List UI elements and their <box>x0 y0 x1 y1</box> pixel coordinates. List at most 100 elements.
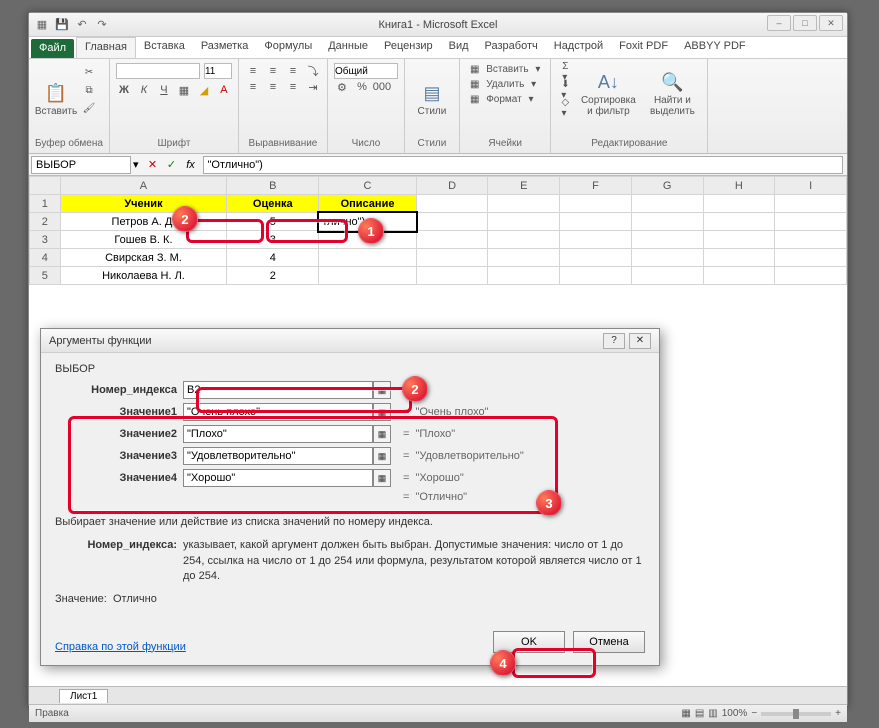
clear-icon[interactable]: ◇ ▾ <box>557 100 573 116</box>
minimize-button[interactable]: – <box>767 15 791 31</box>
cell[interactable] <box>560 267 632 285</box>
cell[interactable] <box>631 267 703 285</box>
tab-home[interactable]: Главная <box>76 37 136 58</box>
col-header[interactable]: A <box>60 177 226 195</box>
tab-data[interactable]: Данные <box>320 37 376 58</box>
tab-formulas[interactable]: Формулы <box>256 37 320 58</box>
cell[interactable] <box>560 249 632 267</box>
range-select-icon[interactable]: ▦ <box>373 469 391 487</box>
cell[interactable] <box>703 267 775 285</box>
fill-color-icon[interactable]: ◢ <box>196 82 212 98</box>
col-header[interactable]: C <box>319 177 416 195</box>
range-select-icon[interactable]: ▦ <box>373 425 391 443</box>
cell[interactable] <box>416 195 488 213</box>
cell[interactable] <box>703 231 775 249</box>
row-header[interactable]: 1 <box>30 195 61 213</box>
cells-delete[interactable]: ▦ Удалить ▾ <box>466 78 544 91</box>
find-select-button[interactable]: 🔍Найти и выделить <box>643 63 701 117</box>
autosum-icon[interactable]: Σ ▾ <box>557 64 573 80</box>
col-header[interactable]: B <box>227 177 319 195</box>
cell[interactable] <box>488 213 560 231</box>
cell[interactable]: Петров А. Д. <box>60 213 226 231</box>
font-color-icon[interactable]: A <box>216 82 232 98</box>
format-painter-icon[interactable]: 🖌 <box>81 100 97 116</box>
italic-icon[interactable]: К <box>136 82 152 98</box>
dialog-close-icon[interactable]: ✕ <box>629 333 651 349</box>
arg-input-value2[interactable] <box>183 425 373 443</box>
currency-icon[interactable]: ⚙ <box>334 79 350 95</box>
zoom-in-icon[interactable]: + <box>835 708 841 719</box>
cell[interactable]: Свирская З. М. <box>60 249 226 267</box>
cell[interactable] <box>488 267 560 285</box>
formula-bar[interactable]: "Отлично") <box>203 156 843 174</box>
name-box[interactable]: ВЫБОР <box>31 156 131 174</box>
align-right-icon[interactable]: ≡ <box>285 79 301 95</box>
cell[interactable] <box>416 231 488 249</box>
zoom-out-icon[interactable]: − <box>751 708 757 719</box>
view-page-icon[interactable]: ▤ <box>695 708 704 719</box>
arg-input-value4[interactable] <box>183 469 373 487</box>
cells-format[interactable]: ▦ Формат ▾ <box>466 93 544 106</box>
arg-input-index[interactable] <box>183 381 373 399</box>
align-center-icon[interactable]: ≡ <box>265 79 281 95</box>
cell[interactable] <box>488 231 560 249</box>
tab-layout[interactable]: Разметка <box>193 37 257 58</box>
cell[interactable]: Николаева Н. Л. <box>60 267 226 285</box>
zoom-percent[interactable]: 100% <box>722 708 748 719</box>
indent-icon[interactable]: ⇥ <box>305 79 321 95</box>
cell[interactable] <box>631 231 703 249</box>
tab-view[interactable]: Вид <box>441 37 477 58</box>
cell[interactable] <box>319 249 416 267</box>
number-format-combo[interactable] <box>334 63 398 79</box>
view-break-icon[interactable]: ▥ <box>708 708 717 719</box>
range-select-icon[interactable]: ▦ <box>373 403 391 421</box>
cell[interactable] <box>488 195 560 213</box>
tab-foxit[interactable]: Foxit PDF <box>611 37 676 58</box>
row-header[interactable]: 5 <box>30 267 61 285</box>
fx-icon[interactable]: fx <box>183 157 199 173</box>
underline-icon[interactable]: Ч <box>156 82 172 98</box>
cell[interactable] <box>631 213 703 231</box>
cell[interactable] <box>775 231 847 249</box>
cell[interactable] <box>488 249 560 267</box>
cell[interactable] <box>703 213 775 231</box>
align-top-icon[interactable]: ≡ <box>245 63 261 79</box>
cell[interactable] <box>775 195 847 213</box>
col-header[interactable]: E <box>488 177 560 195</box>
cell[interactable]: 4 <box>227 249 319 267</box>
tab-review[interactable]: Рецензир <box>376 37 441 58</box>
cell[interactable]: 5 <box>227 213 319 231</box>
maximize-button[interactable]: □ <box>793 15 817 31</box>
dialog-title-bar[interactable]: Аргументы функции ? ✕ <box>41 329 659 353</box>
select-all-corner[interactable] <box>30 177 61 195</box>
enter-formula-icon[interactable]: ✓ <box>164 157 180 173</box>
align-left-icon[interactable]: ≡ <box>245 79 261 95</box>
cell[interactable]: Описание <box>319 195 416 213</box>
styles-button[interactable]: ▤Стили <box>411 63 453 117</box>
col-header[interactable]: D <box>416 177 488 195</box>
cell[interactable]: 3 <box>227 231 319 249</box>
row-header[interactable]: 2 <box>30 213 61 231</box>
copy-icon[interactable]: ⧉ <box>81 82 97 98</box>
row-header[interactable]: 3 <box>30 231 61 249</box>
view-normal-icon[interactable]: ▦ <box>681 708 690 719</box>
col-header[interactable]: I <box>775 177 847 195</box>
font-size-combo[interactable] <box>204 63 232 79</box>
dialog-help-icon[interactable]: ? <box>603 333 625 349</box>
redo-icon[interactable]: ↷ <box>95 18 109 32</box>
cells-insert[interactable]: ▦ Вставить ▾ <box>466 63 544 76</box>
align-middle-icon[interactable]: ≡ <box>265 63 281 79</box>
cell[interactable] <box>775 267 847 285</box>
paste-button[interactable]: 📋Вставить <box>35 63 77 117</box>
cell[interactable]: Оценка <box>227 195 319 213</box>
close-button[interactable]: ✕ <box>819 15 843 31</box>
percent-icon[interactable]: % <box>354 79 370 95</box>
tab-file[interactable]: Файл <box>31 39 74 58</box>
sort-filter-button[interactable]: A↓Сортировка и фильтр <box>577 63 639 117</box>
font-name-combo[interactable] <box>116 63 200 79</box>
range-select-icon[interactable]: ▦ <box>373 381 391 399</box>
arg-input-value1[interactable] <box>183 403 373 421</box>
col-header[interactable]: H <box>703 177 775 195</box>
cell[interactable] <box>560 231 632 249</box>
fill-icon[interactable]: ⬇ ▾ <box>557 82 573 98</box>
